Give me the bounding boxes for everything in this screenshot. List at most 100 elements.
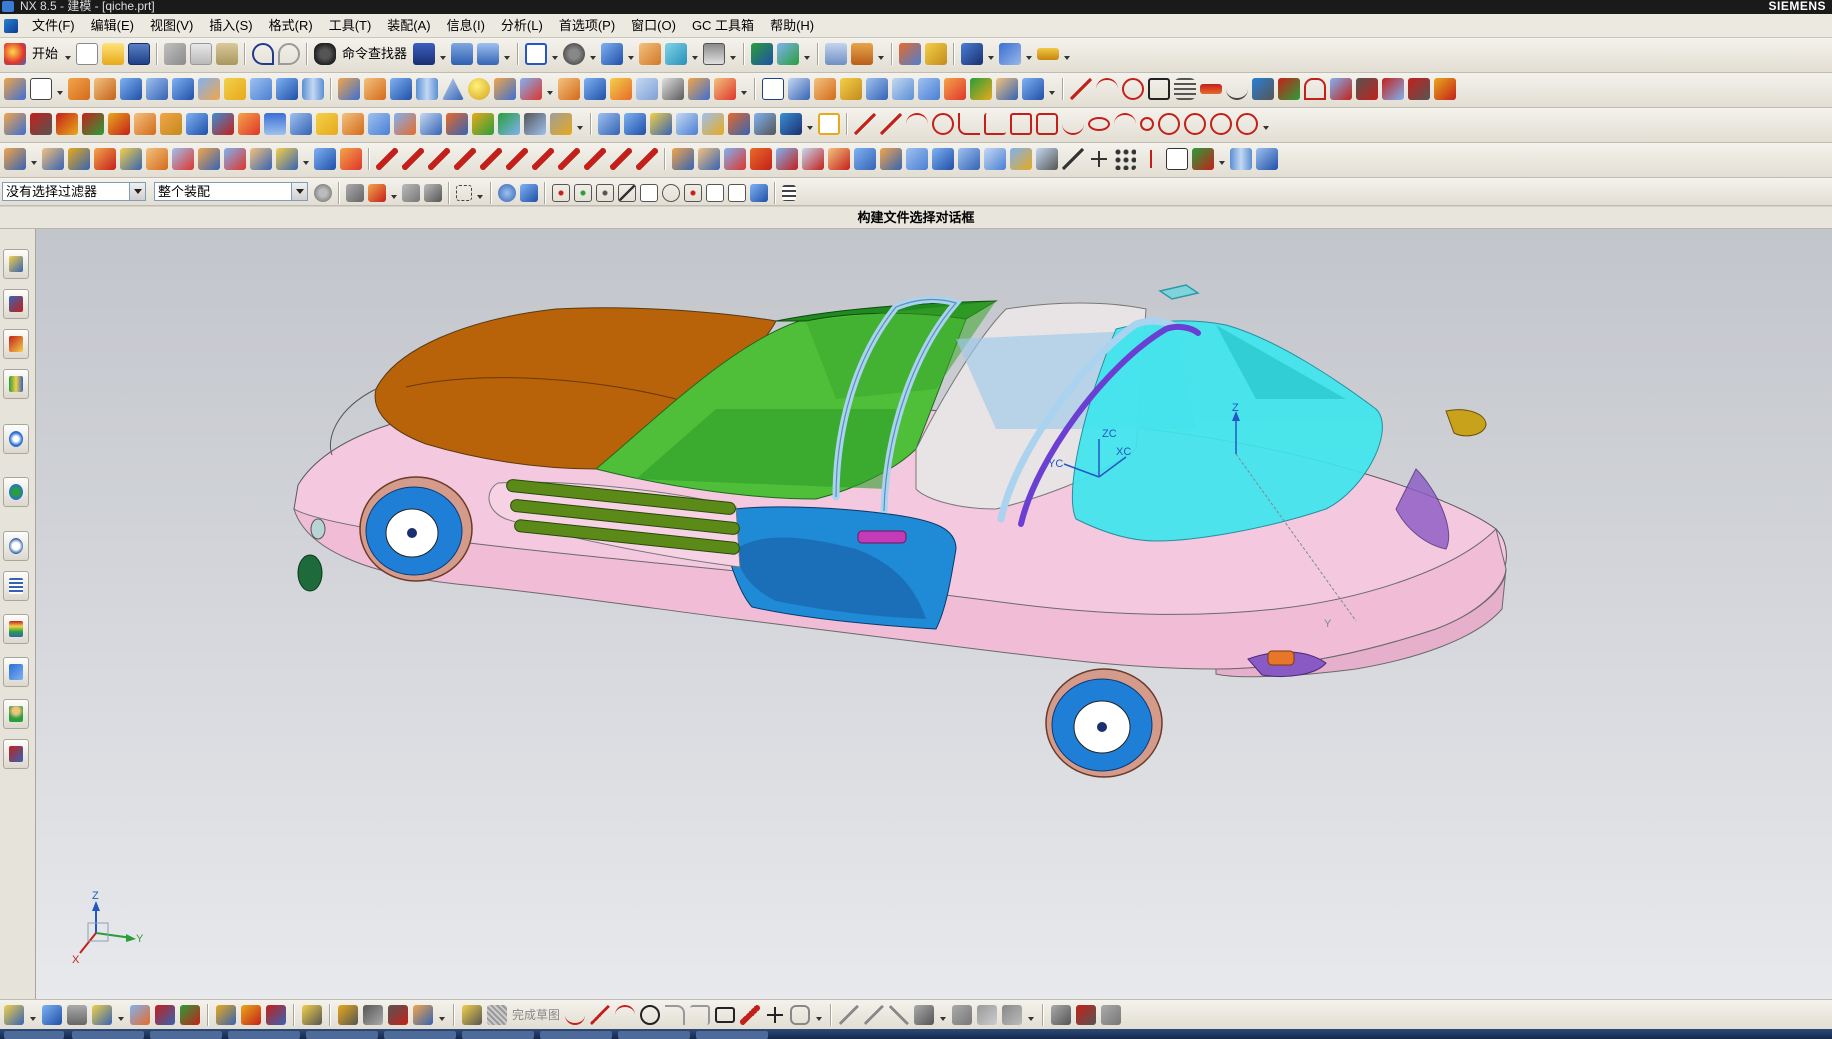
assembly-dropdown-icon[interactable] — [806, 112, 814, 136]
show-constraints-icon[interactable] — [1101, 1005, 1122, 1025]
layer-settings-icon[interactable] — [825, 43, 848, 65]
sketch-point-tool-icon[interactable] — [338, 1005, 358, 1025]
snap-control-point-icon[interactable] — [596, 184, 614, 202]
snip-surface-icon[interactable] — [1036, 148, 1058, 170]
show-related-face-icon[interactable] — [198, 148, 220, 170]
arc-tool-icon[interactable] — [615, 1005, 636, 1025]
reorder-feature-icon[interactable] — [82, 113, 104, 135]
sketch-icon[interactable] — [4, 78, 26, 100]
assembly-move-icon[interactable] — [130, 1005, 150, 1025]
edit-object-display-icon[interactable] — [925, 43, 948, 65]
polygon-dropdown-icon[interactable] — [815, 1003, 823, 1027]
create-array-icon[interactable] — [676, 113, 698, 135]
sketch-line-icon[interactable] — [880, 113, 902, 135]
datum-more-dropdown-icon[interactable] — [1218, 147, 1226, 171]
extract-curve-icon[interactable] — [1434, 78, 1456, 100]
enlarge-surface-icon[interactable] — [724, 148, 746, 170]
replace-feature-icon[interactable] — [108, 113, 130, 135]
new-file-icon[interactable] — [76, 43, 99, 65]
start-orb-icon[interactable] — [4, 1031, 64, 1039]
sheet-icon[interactable] — [67, 1005, 87, 1025]
curvature-comb-icon[interactable] — [636, 148, 658, 170]
more-features-dropdown-icon[interactable] — [740, 77, 748, 101]
graphics-window[interactable]: ZC XC YC Z Y Z Y X — [36, 229, 1832, 999]
sketch-chamfer-icon[interactable] — [984, 113, 1006, 135]
assembly-navigator-tab[interactable] — [3, 249, 29, 279]
plane-icon[interactable] — [1166, 148, 1188, 170]
profile-icon[interactable] — [854, 113, 876, 135]
spline-icon[interactable] — [1226, 78, 1248, 100]
sync-dropdown-icon[interactable] — [576, 112, 584, 136]
wcs-dynamic-icon[interactable] — [751, 43, 774, 65]
command-finder-button[interactable]: 命令查找器 — [340, 42, 409, 66]
deviation-check-icon[interactable] — [610, 148, 632, 170]
menu-assembly[interactable]: 装配(A) — [379, 18, 438, 34]
sketch-constraint-tool-icon[interactable] — [363, 1005, 383, 1025]
block-icon[interactable] — [276, 78, 298, 100]
offset-emboss-icon[interactable] — [250, 78, 272, 100]
csys-icon[interactable] — [1192, 148, 1214, 170]
snap-intersection-icon[interactable] — [618, 184, 636, 202]
ruler-dropdown-icon[interactable] — [1063, 42, 1071, 66]
menu-insert[interactable]: 插入(S) — [201, 18, 260, 34]
roles-tab[interactable] — [3, 699, 29, 729]
rotate-dropdown-icon[interactable] — [589, 42, 597, 66]
selection-scope-select[interactable]: 整个装配 — [154, 182, 308, 201]
background-color-icon[interactable] — [703, 43, 726, 65]
pocket-icon[interactable] — [172, 78, 194, 100]
snap-endpoint-icon[interactable] — [552, 184, 570, 202]
distance-analysis-icon[interactable] — [480, 148, 502, 170]
extend-sheet-icon[interactable] — [1022, 78, 1044, 100]
swept-icon[interactable] — [840, 78, 862, 100]
finish-sketch-button[interactable]: 完成草图 — [512, 1003, 560, 1027]
copy-icon[interactable] — [190, 43, 213, 65]
polyline-tool-icon[interactable] — [740, 1005, 761, 1025]
point-tool-icon[interactable] — [765, 1005, 786, 1025]
sphere-icon[interactable] — [468, 78, 490, 100]
x-shape-icon[interactable] — [1062, 148, 1084, 170]
background-dropdown-icon[interactable] — [729, 42, 737, 66]
extend-tool-icon[interactable] — [864, 1005, 885, 1025]
menu-help[interactable]: 帮助(H) — [762, 18, 822, 34]
make-coplanar-icon[interactable] — [4, 148, 26, 170]
draft-icon[interactable] — [584, 78, 606, 100]
palettes-tab[interactable] — [3, 614, 29, 644]
replace-component-icon[interactable] — [754, 113, 776, 135]
x-form-icon[interactable] — [672, 148, 694, 170]
face-flange-icon[interactable] — [880, 148, 902, 170]
assembly-explode-icon[interactable] — [180, 1005, 200, 1025]
replace-face-icon[interactable] — [368, 113, 390, 135]
rectangle-select-icon[interactable] — [456, 185, 472, 201]
system-scenes-tab[interactable] — [3, 739, 29, 769]
make-parallel-icon[interactable] — [120, 148, 142, 170]
menu-preferences[interactable]: 首选项(P) — [551, 18, 623, 34]
mirror-assembly-icon[interactable] — [702, 113, 724, 135]
section-curve-icon[interactable] — [1408, 78, 1430, 100]
car-model-view[interactable]: ZC XC YC Z Y Z Y X — [36, 229, 1832, 999]
taskbar-app-1-icon[interactable] — [72, 1031, 144, 1039]
make-tangent-icon[interactable] — [68, 148, 90, 170]
sketch-dimension-icon[interactable] — [266, 1005, 286, 1025]
styled-blend-icon[interactable] — [932, 148, 954, 170]
taskbar-app-4-icon[interactable] — [306, 1031, 378, 1039]
datum-dropdown-icon[interactable] — [56, 77, 64, 101]
snap-point-on-face-icon[interactable] — [728, 184, 746, 202]
draft-analysis-icon[interactable] — [506, 148, 528, 170]
dimension-dropdown-icon[interactable] — [302, 147, 310, 171]
edge-symmetry-icon[interactable] — [776, 148, 798, 170]
history-tab[interactable] — [3, 531, 29, 561]
multi-point-icon[interactable] — [1114, 148, 1136, 170]
reflection-analysis-icon[interactable] — [428, 148, 450, 170]
assembly-add-dropdown-icon[interactable] — [117, 1003, 125, 1027]
linear-dimension-icon[interactable] — [224, 148, 246, 170]
make-corner-icon[interactable] — [914, 1005, 935, 1025]
intersection-curve-icon[interactable] — [1382, 78, 1404, 100]
boss-icon[interactable] — [146, 78, 168, 100]
menu-gc-toolkit[interactable]: GC 工具箱 — [684, 18, 762, 34]
sketch-conic-icon[interactable] — [1114, 113, 1136, 135]
edge-display-icon[interactable] — [639, 43, 662, 65]
feature-replay-icon[interactable] — [238, 113, 260, 135]
pattern-feature-icon[interactable] — [662, 78, 684, 100]
assembly-mirror-icon[interactable] — [155, 1005, 175, 1025]
snap-selection-icon[interactable] — [368, 184, 386, 202]
